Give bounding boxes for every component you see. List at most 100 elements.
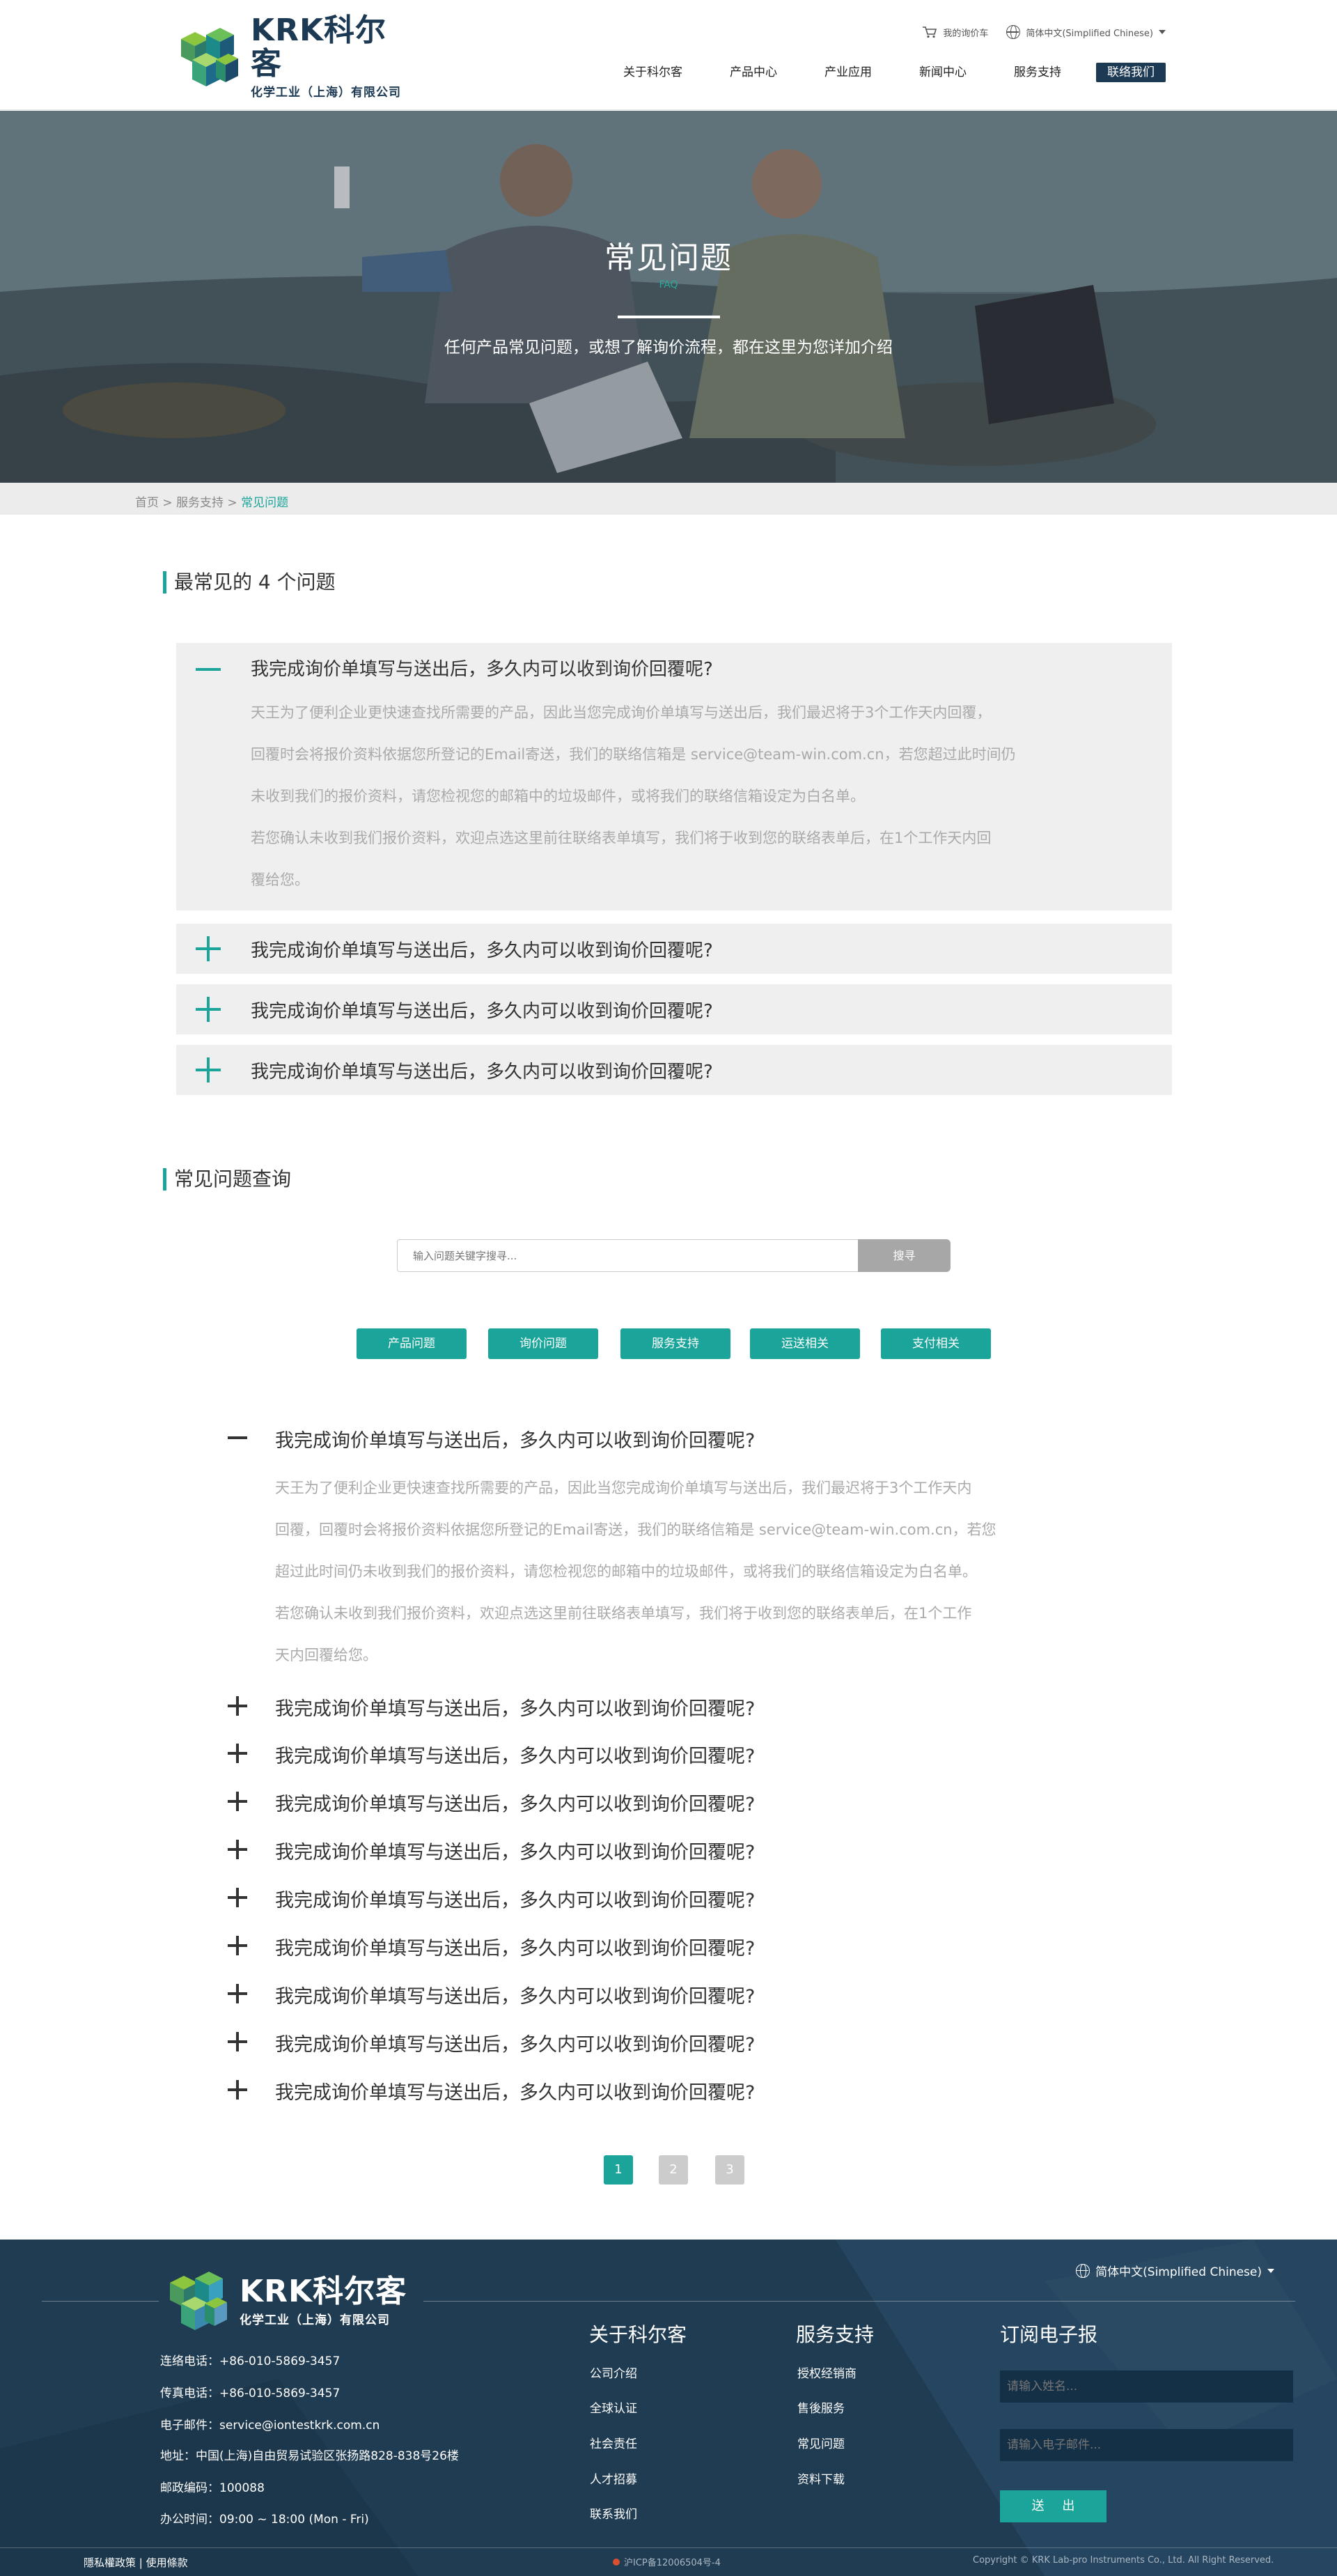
page-button-3[interactable]: 3 <box>715 2155 744 2185</box>
footer-link-contact[interactable]: 联系我们 <box>590 2504 637 2522</box>
faq-question[interactable]: 我完成询价单填写与送出后，多久内可以收到询价回覆呢? <box>275 2077 755 2104</box>
footer-copyright: Copyright © KRK Lab-pro Instruments Co.,… <box>973 2555 1274 2566</box>
top-utility-bar: 我的询价车 简体中文(Simplified Chinese) <box>922 25 1166 39</box>
chevron-down-icon <box>1159 30 1166 34</box>
faq-answer-line: 回覆，回覆时会将报价资料依据您所登记的Email寄送，我们的联络信箱是 serv… <box>275 1521 996 1538</box>
faq-item-expanded[interactable]: 我完成询价单填写与送出后，多久内可以收到询价回覆呢? 天王为了便利企业更快速查找… <box>176 643 1172 910</box>
faq-question[interactable]: 我完成询价单填写与送出后，多久内可以收到询价回覆呢? <box>275 1741 755 1768</box>
faq-answer-line: 回覆时会将报价资料依据您所登记的Email寄送，我们的联络信箱是 service… <box>251 746 1016 763</box>
expand-icon[interactable] <box>228 2080 247 2100</box>
breadcrumb-home[interactable]: 首页 <box>135 496 159 510</box>
breadcrumb-parent[interactable]: 服务支持 <box>176 496 224 510</box>
footer-policy-links[interactable]: 隱私權政策 | 使用條款 <box>84 2555 188 2570</box>
expand-icon[interactable] <box>196 997 221 1022</box>
language-selector[interactable]: 简体中文(Simplified Chinese) <box>1006 25 1166 39</box>
nav-item-news[interactable]: 新闻中心 <box>919 63 967 82</box>
footer-logo[interactable]: KRK科尔客 化学工业（上海）有限公司 <box>159 2266 423 2336</box>
expand-icon[interactable] <box>196 936 221 961</box>
faq-question[interactable]: 我完成询价单填写与送出后，多久内可以收到询价回覆呢? <box>275 1933 755 1960</box>
subscribe-name-input[interactable] <box>1000 2371 1293 2403</box>
expand-icon[interactable] <box>228 1792 247 1811</box>
logo-cubes-icon <box>170 2272 227 2330</box>
expand-icon[interactable] <box>196 1057 221 1083</box>
subscribe-send-button[interactable]: 送 出 <box>1000 2490 1107 2522</box>
expand-icon[interactable] <box>228 1840 247 1859</box>
faq-question[interactable]: 我完成询价单填写与送出后，多久内可以收到询价回覆呢? <box>275 1789 755 1816</box>
category-inquiry-button[interactable]: 询价问题 <box>488 1328 598 1359</box>
subscribe-email-input[interactable] <box>1000 2429 1293 2461</box>
faq-search-input[interactable] <box>397 1239 859 1272</box>
page-button-1[interactable]: 1 <box>604 2155 633 2185</box>
faq-question[interactable]: 我完成询价单填写与送出后，多久内可以收到询价回覆呢? <box>251 1057 713 1083</box>
collapse-icon[interactable] <box>228 1428 247 1448</box>
faq-question[interactable]: 我完成询价单填写与送出后，多久内可以收到询价回覆呢? <box>251 997 713 1023</box>
inquiry-cart-link[interactable]: 我的询价车 <box>922 26 988 39</box>
faq-answer-line: 若您确认未收到我们报价资料，欢迎点选这里前往联络表单填写，我们将于收到您的联络表… <box>275 1605 972 1622</box>
expand-icon[interactable] <box>228 1888 247 1907</box>
site-header: KRK科尔客 化学工业（上海）有限公司 我的询价车 简体中文(Simplifie… <box>0 0 1337 110</box>
footer-link-careers[interactable]: 人才招募 <box>590 2469 637 2487</box>
breadcrumb-bar: 首页 > 服务支持 > 常见问题 <box>0 483 1337 515</box>
footer-link-downloads[interactable]: 资料下载 <box>797 2469 845 2487</box>
collapse-icon[interactable] <box>196 657 221 682</box>
category-payment-button[interactable]: 支付相关 <box>881 1328 991 1359</box>
page-button-2[interactable]: 2 <box>659 2155 688 2185</box>
faq-question[interactable]: 我完成询价单填写与送出后，多久内可以收到询价回覆呢? <box>275 1425 755 1452</box>
language-label: 简体中文(Simplified Chinese) <box>1026 28 1153 39</box>
faq-question[interactable]: 我完成询价单填写与送出后，多久内可以收到询价回覆呢? <box>275 1981 755 2008</box>
expand-icon[interactable] <box>228 1936 247 1955</box>
faq-answer: 天王为了便利企业更快速查找所需要的产品，因此当您完成询价单填写与送出后，我们最迟… <box>251 692 1135 901</box>
footer-postcode: 邮政编码：100088 <box>160 2481 265 2495</box>
globe-icon <box>1076 2263 1090 2278</box>
faq-answer-line: 覆给您。 <box>251 871 309 888</box>
footer-fax: 传真电话：+86-010-5869-3457 <box>160 2387 341 2400</box>
nav-item-products[interactable]: 产品中心 <box>730 63 777 82</box>
icp-badge-icon <box>613 2559 620 2566</box>
footer-link-distributors[interactable]: 授权经销商 <box>797 2364 857 2381</box>
banner-divider <box>618 316 720 318</box>
expand-icon[interactable] <box>228 2032 247 2051</box>
faq-question[interactable]: 我完成询价单填写与送出后，多久内可以收到询价回覆呢? <box>275 2029 755 2056</box>
footer-link-csr[interactable]: 社会责任 <box>590 2434 637 2451</box>
footer-link-certification[interactable]: 全球认证 <box>590 2398 637 2416</box>
expand-icon[interactable] <box>228 1696 247 1716</box>
search-button[interactable]: 搜寻 <box>858 1239 951 1272</box>
faq-item[interactable]: 我完成询价单填写与送出后，多久内可以收到询价回覆呢? <box>176 1045 1172 1095</box>
footer-link-faq[interactable]: 常见问题 <box>797 2434 845 2451</box>
faq-answer-line: 天王为了便利企业更快速查找所需要的产品，因此当您完成询价单填写与送出后，我们最迟… <box>251 704 992 721</box>
section-title-faq-query: 常见问题查询 <box>163 1167 291 1192</box>
globe-icon <box>1006 25 1021 39</box>
cart-icon <box>923 26 937 38</box>
faq-item[interactable]: 我完成询价单填写与送出后，多久内可以收到询价回覆呢? <box>176 984 1172 1034</box>
expand-icon[interactable] <box>228 1744 247 1763</box>
faq-item[interactable]: 我完成询价单填写与送出后，多久内可以收到询价回覆呢? <box>176 924 1172 974</box>
category-shipping-button[interactable]: 运送相关 <box>750 1328 860 1359</box>
nav-item-industry[interactable]: 产业应用 <box>824 63 872 82</box>
footer-link-company[interactable]: 公司介绍 <box>590 2364 637 2381</box>
main-nav: 关于科尔客 产品中心 产业应用 新闻中心 服务支持 联络我们 <box>623 63 1166 82</box>
chevron-down-icon <box>1267 2268 1274 2273</box>
footer-service-title: 服务支持 <box>796 2323 875 2346</box>
nav-item-about[interactable]: 关于科尔客 <box>623 63 682 82</box>
footer-link-after-sales[interactable]: 售後服务 <box>797 2398 845 2416</box>
banner-overlay <box>0 111 1337 483</box>
faq-question[interactable]: 我完成询价单填写与送出后，多久内可以收到询价回覆呢? <box>251 936 713 962</box>
footer-language-label: 简体中文(Simplified Chinese) <box>1095 2265 1262 2279</box>
faq-question[interactable]: 我完成询价单填写与送出后，多久内可以收到询价回覆呢? <box>275 1693 755 1721</box>
footer-icp[interactable]: 沪ICP备12006504号-4 <box>613 2555 721 2568</box>
logo-cubes-icon <box>180 27 238 86</box>
category-service-button[interactable]: 服务支持 <box>620 1328 730 1359</box>
faq-question[interactable]: 我完成询价单填写与送出后，多久内可以收到询价回覆呢? <box>275 1885 755 1912</box>
faq-answer-line: 天王为了便利企业更快速查找所需要的产品，因此当您完成询价单填写与送出后，我们最迟… <box>275 1480 972 1496</box>
breadcrumb-separator: > <box>162 496 173 510</box>
faq-question[interactable]: 我完成询价单填写与送出后，多久内可以收到询价回覆呢? <box>275 1837 755 1864</box>
inquiry-cart-label: 我的询价车 <box>943 28 989 39</box>
nav-item-service[interactable]: 服务支持 <box>1014 63 1061 82</box>
site-logo[interactable]: KRK科尔客 化学工业（上海）有限公司 <box>174 14 418 100</box>
faq-question[interactable]: 我完成询价单填写与送出后，多久内可以收到询价回覆呢? <box>251 655 713 681</box>
footer-language-selector[interactable]: 简体中文(Simplified Chinese) <box>1076 2262 1274 2279</box>
nav-contact-button[interactable]: 联络我们 <box>1096 63 1166 82</box>
expand-icon[interactable] <box>228 1984 247 2003</box>
breadcrumb: 首页 > 服务支持 > 常见问题 <box>135 492 288 510</box>
category-product-button[interactable]: 产品问题 <box>357 1328 467 1359</box>
